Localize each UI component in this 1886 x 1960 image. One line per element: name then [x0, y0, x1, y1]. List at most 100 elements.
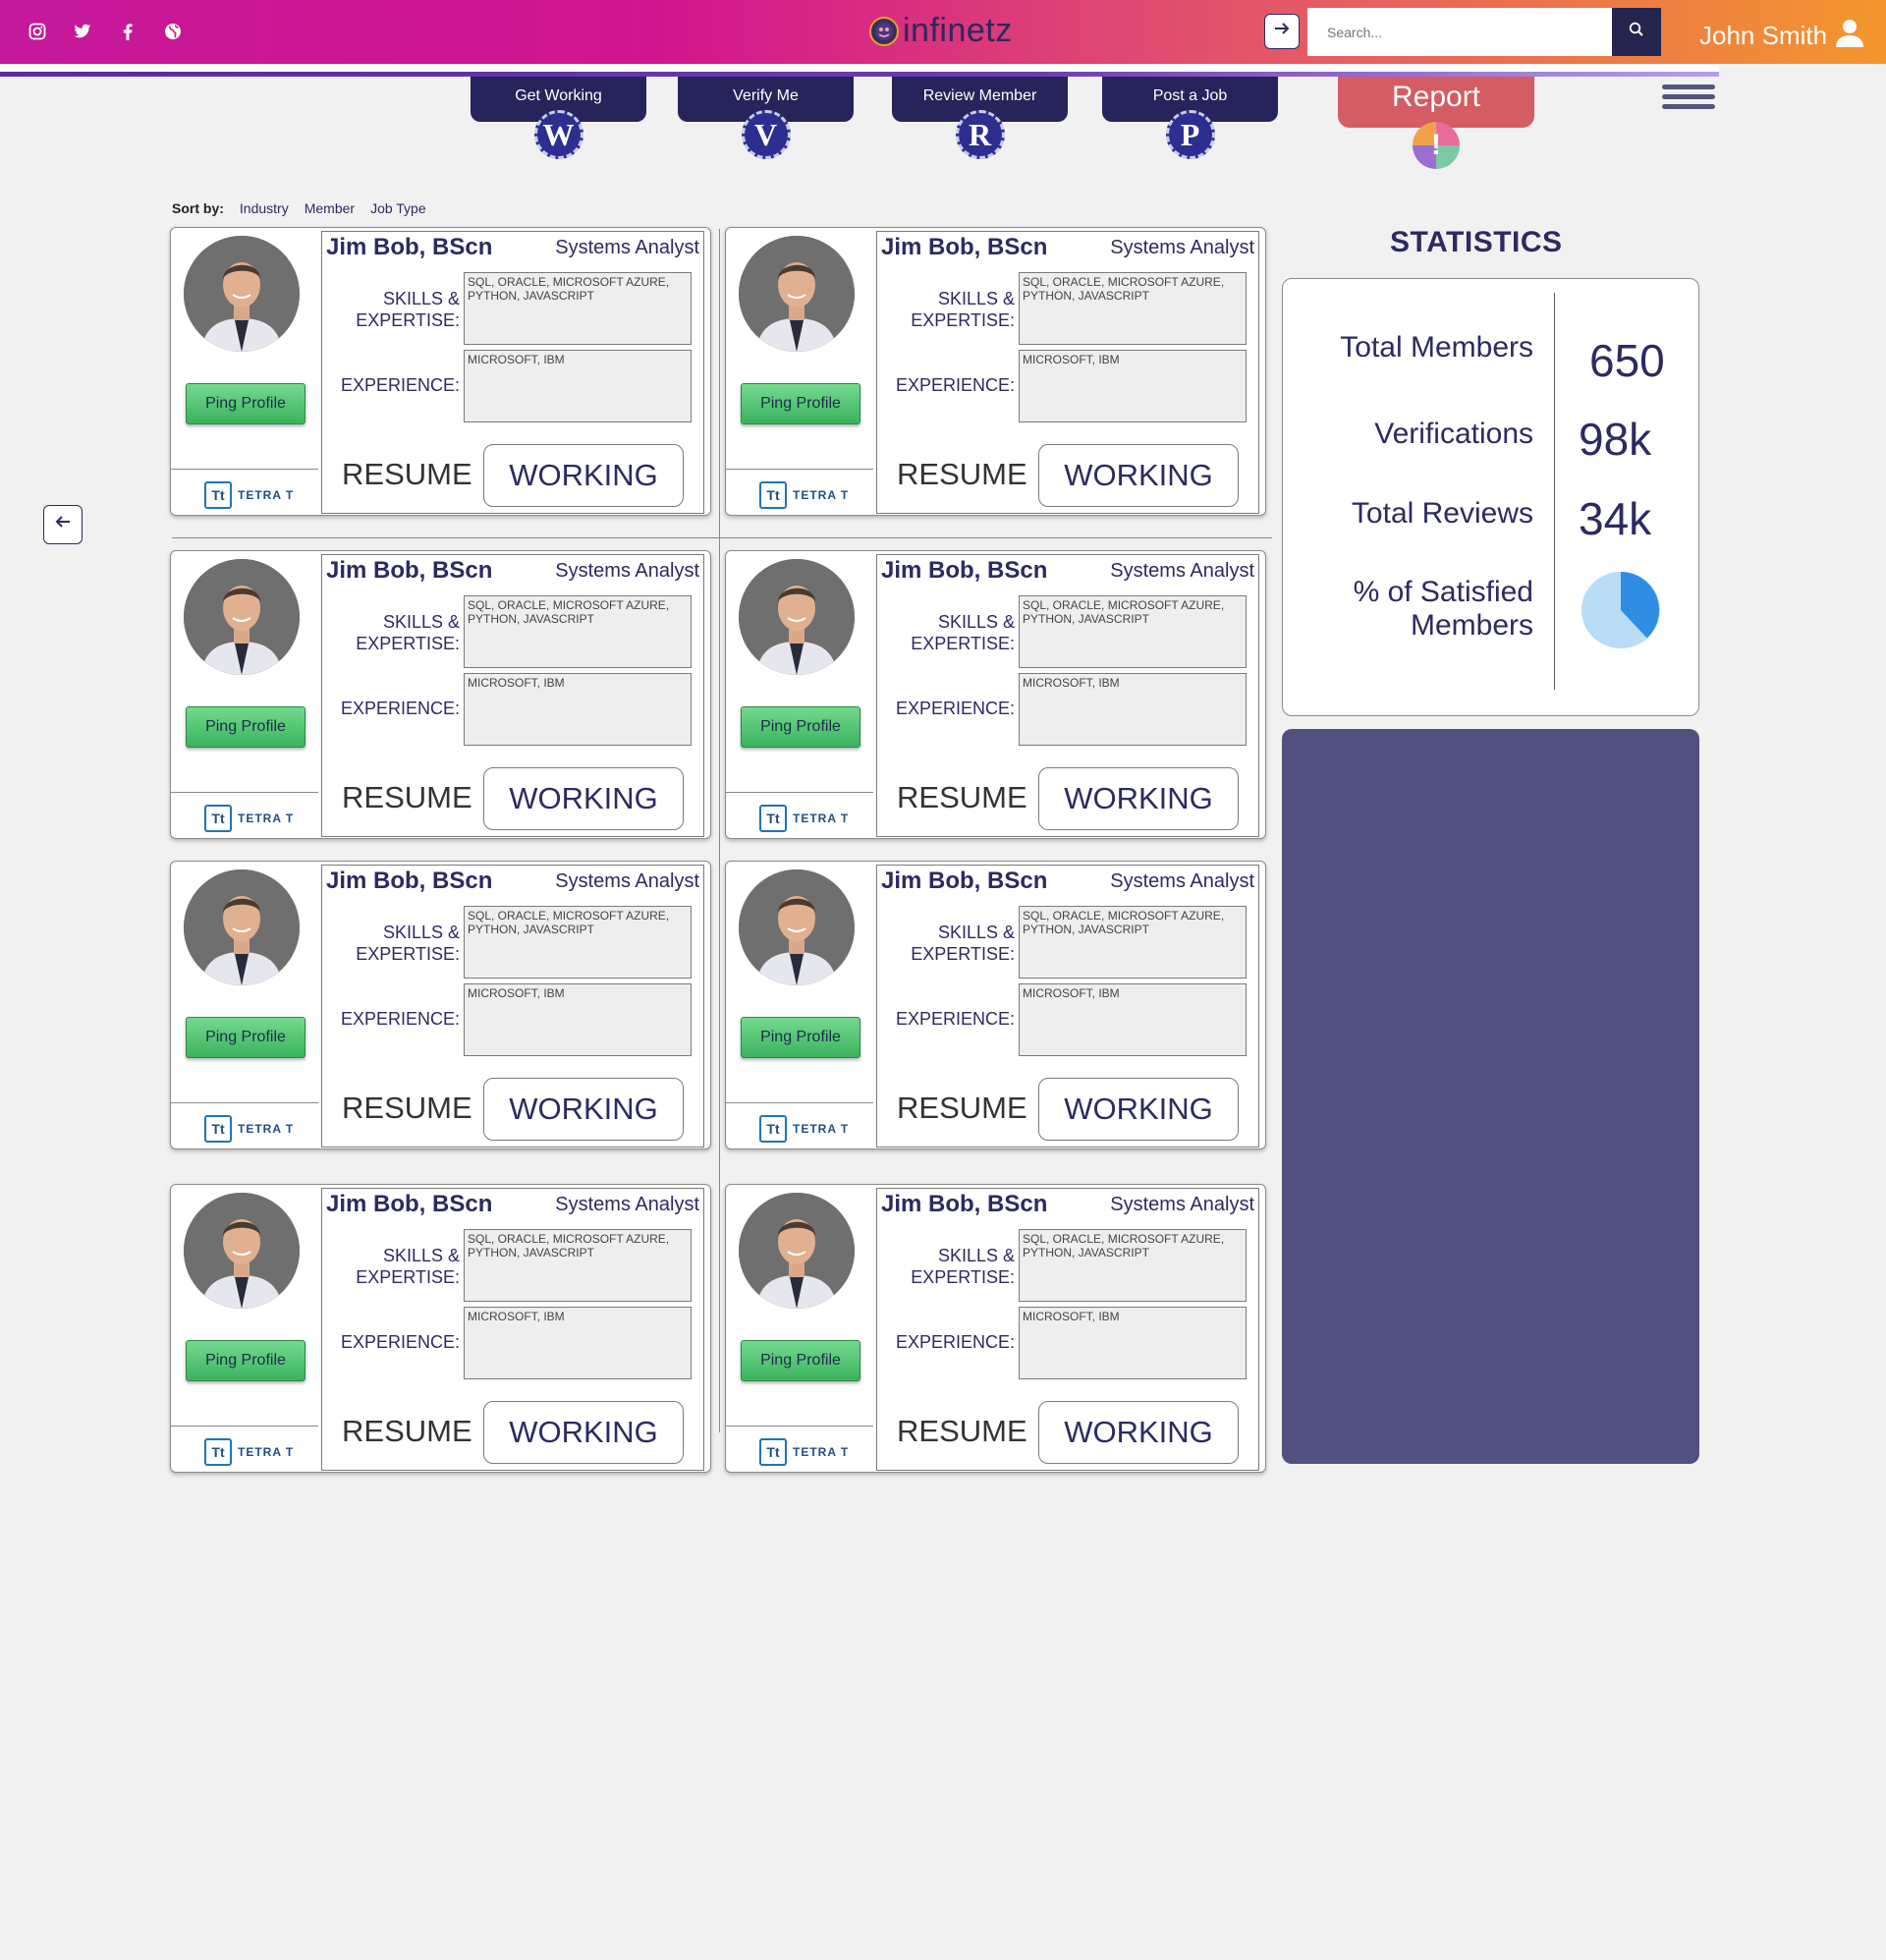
- member-role: Systems Analyst: [555, 1194, 699, 1215]
- working-button[interactable]: WORKING: [483, 767, 684, 830]
- tab-get-working[interactable]: Get Working W: [471, 77, 646, 159]
- avatar[interactable]: [184, 1193, 300, 1309]
- skills-field[interactable]: SQL, ORACLE, MICROSOFT AZURE, PYTHON, JA…: [464, 272, 692, 345]
- satisfied-members-label: % of Satisfied Members: [1354, 576, 1533, 643]
- skills-label-line-2: EXPERTISE:: [356, 310, 460, 330]
- skills-field[interactable]: SQL, ORACLE, MICROSOFT AZURE, PYTHON, JA…: [464, 906, 692, 979]
- ping-profile-button[interactable]: Ping Profile: [186, 1340, 305, 1381]
- avatar[interactable]: [739, 869, 855, 985]
- experience-field[interactable]: MICROSOFT, IBM: [464, 983, 692, 1056]
- ping-profile-button[interactable]: Ping Profile: [186, 1017, 305, 1058]
- tab-report[interactable]: Report !: [1338, 77, 1534, 169]
- member-card: Ping Profile Tt TETRA T Jim Bob, BScn Sy…: [170, 227, 711, 516]
- member-card: Ping Profile Tt TETRA T Jim Bob, BScn Sy…: [170, 550, 711, 839]
- skills-label: SKILLS & EXPERTISE:: [911, 611, 1015, 654]
- company-logo: Tt TETRA T: [204, 805, 294, 832]
- avatar[interactable]: [184, 236, 300, 352]
- sort-option-job-type[interactable]: Job Type: [370, 200, 426, 216]
- resume-button[interactable]: RESUME: [897, 457, 1027, 492]
- member-card: Ping Profile Tt TETRA T Jim Bob, BScn Sy…: [170, 861, 711, 1149]
- search-input[interactable]: [1307, 8, 1612, 56]
- tab-post-a-job[interactable]: Post a Job P: [1102, 77, 1278, 159]
- skills-label-line-2: EXPERTISE:: [356, 634, 460, 653]
- ping-profile-button[interactable]: Ping Profile: [741, 1340, 860, 1381]
- avatar[interactable]: [184, 559, 300, 675]
- ping-profile-button[interactable]: Ping Profile: [741, 383, 860, 424]
- member-name: Jim Bob, BScn: [326, 868, 493, 894]
- member-name: Jim Bob, BScn: [326, 1191, 493, 1217]
- resume-button[interactable]: RESUME: [342, 780, 472, 815]
- working-button[interactable]: WORKING: [483, 1078, 684, 1141]
- avatar[interactable]: [739, 236, 855, 352]
- grid-vertical-divider: [719, 229, 720, 1432]
- working-button[interactable]: WORKING: [1038, 1078, 1239, 1141]
- user-menu[interactable]: John Smith: [1699, 18, 1864, 54]
- satisfied-label-line-2: Members: [1410, 609, 1533, 642]
- experience-field[interactable]: MICROSOFT, IBM: [1019, 673, 1247, 746]
- tab-review-member[interactable]: Review Member R: [892, 77, 1068, 159]
- skills-field[interactable]: SQL, ORACLE, MICROSOFT AZURE, PYTHON, JA…: [1019, 906, 1247, 979]
- arrow-left-icon: [54, 513, 72, 536]
- working-button[interactable]: WORKING: [483, 1401, 684, 1464]
- working-button[interactable]: WORKING: [1038, 444, 1239, 507]
- working-button[interactable]: WORKING: [1038, 1401, 1239, 1464]
- ping-profile-button[interactable]: Ping Profile: [186, 706, 305, 748]
- search-go-button[interactable]: [1264, 14, 1300, 49]
- globe-icon[interactable]: [163, 22, 183, 41]
- skills-field[interactable]: SQL, ORACLE, MICROSOFT AZURE, PYTHON, JA…: [1019, 1229, 1247, 1302]
- resume-button[interactable]: RESUME: [342, 1414, 472, 1449]
- experience-field[interactable]: MICROSOFT, IBM: [464, 673, 692, 746]
- skills-field[interactable]: SQL, ORACLE, MICROSOFT AZURE, PYTHON, JA…: [464, 595, 692, 668]
- avatar[interactable]: [184, 869, 300, 985]
- facebook-icon[interactable]: [118, 22, 138, 41]
- avatar[interactable]: [739, 559, 855, 675]
- ping-profile-button[interactable]: Ping Profile: [186, 383, 305, 424]
- resume-button[interactable]: RESUME: [897, 1091, 1027, 1126]
- member-role: Systems Analyst: [555, 870, 699, 892]
- working-button[interactable]: WORKING: [1038, 767, 1239, 830]
- review-member-badge-icon: R: [955, 110, 1005, 159]
- skills-field[interactable]: SQL, ORACLE, MICROSOFT AZURE, PYTHON, JA…: [1019, 272, 1247, 345]
- brand-logo[interactable]: infinetz: [869, 12, 1013, 50]
- skills-field[interactable]: SQL, ORACLE, MICROSOFT AZURE, PYTHON, JA…: [464, 1229, 692, 1302]
- resume-button[interactable]: RESUME: [897, 1414, 1027, 1449]
- search-button[interactable]: [1612, 8, 1661, 56]
- back-button[interactable]: [43, 505, 83, 544]
- resume-button[interactable]: RESUME: [342, 1091, 472, 1126]
- company-name: TETRA T: [238, 812, 295, 825]
- member-card: Ping Profile Tt TETRA T Jim Bob, BScn Sy…: [725, 550, 1266, 839]
- member-name: Jim Bob, BScn: [881, 557, 1048, 584]
- resume-button[interactable]: RESUME: [342, 457, 472, 492]
- working-button[interactable]: WORKING: [483, 444, 684, 507]
- resume-button[interactable]: RESUME: [897, 780, 1027, 815]
- avatar[interactable]: [739, 1193, 855, 1309]
- experience-field[interactable]: MICROSOFT, IBM: [464, 1307, 692, 1379]
- hamburger-menu-icon[interactable]: [1662, 84, 1715, 114]
- tetra-t-logo-icon: Tt: [759, 1115, 787, 1143]
- card-divider: [726, 1102, 873, 1103]
- tab-verify-me[interactable]: Verify Me V: [678, 77, 854, 159]
- sort-option-member[interactable]: Member: [305, 200, 355, 216]
- company-name: TETRA T: [793, 812, 850, 825]
- experience-field[interactable]: MICROSOFT, IBM: [1019, 350, 1247, 422]
- card-details: Jim Bob, BScn Systems Analyst SKILLS & E…: [321, 1188, 704, 1471]
- experience-field[interactable]: MICROSOFT, IBM: [1019, 1307, 1247, 1379]
- experience-field[interactable]: MICROSOFT, IBM: [1019, 983, 1247, 1056]
- experience-field[interactable]: MICROSOFT, IBM: [464, 350, 692, 422]
- total-members-value: 650: [1589, 335, 1665, 386]
- skills-label: SKILLS & EXPERTISE:: [911, 1245, 1015, 1288]
- member-role: Systems Analyst: [1110, 1194, 1254, 1215]
- instagram-icon[interactable]: [28, 22, 47, 41]
- statistics-title: STATISTICS: [1390, 226, 1563, 258]
- member-role: Systems Analyst: [555, 560, 699, 582]
- skills-field[interactable]: SQL, ORACLE, MICROSOFT AZURE, PYTHON, JA…: [1019, 595, 1247, 668]
- skills-label-line-1: SKILLS &: [382, 923, 460, 942]
- ping-profile-button[interactable]: Ping Profile: [741, 1017, 860, 1058]
- member-card: Ping Profile Tt TETRA T Jim Bob, BScn Sy…: [725, 861, 1266, 1149]
- card-details: Jim Bob, BScn Systems Analyst SKILLS & E…: [876, 554, 1259, 837]
- card-details: Jim Bob, BScn Systems Analyst SKILLS & E…: [321, 554, 704, 837]
- tetra-t-logo-icon: Tt: [204, 805, 232, 832]
- twitter-icon[interactable]: [73, 22, 92, 41]
- sort-option-industry[interactable]: Industry: [240, 200, 289, 216]
- ping-profile-button[interactable]: Ping Profile: [741, 706, 860, 748]
